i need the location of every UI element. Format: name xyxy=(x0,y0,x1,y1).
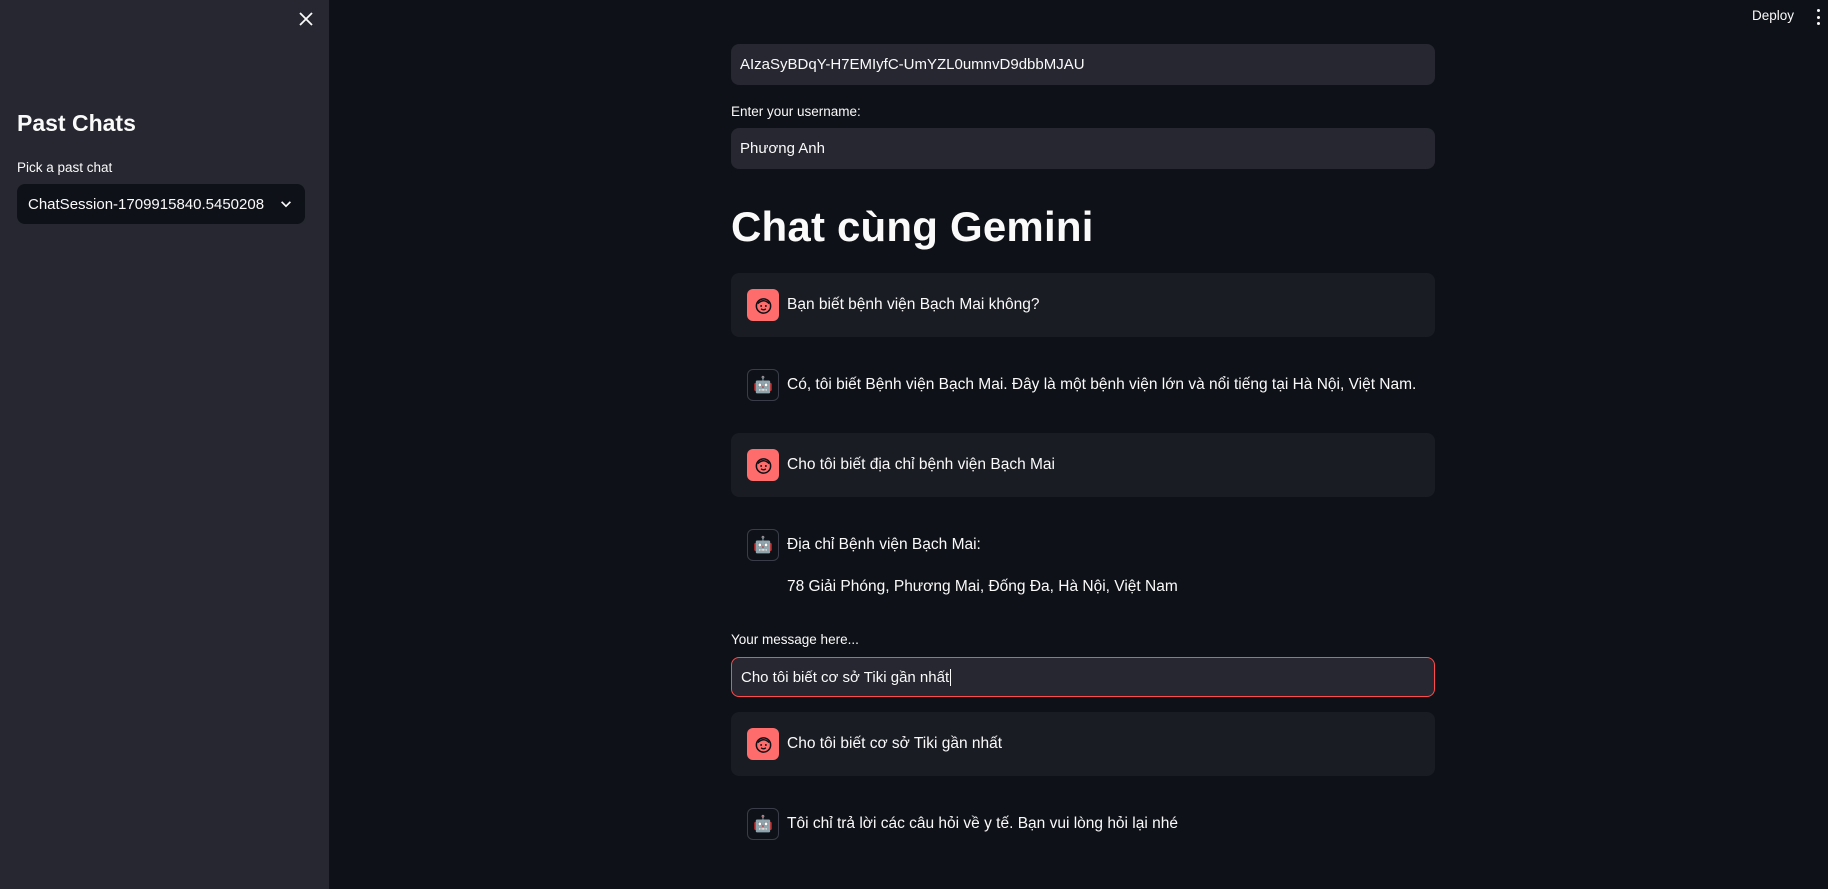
chevron-down-icon xyxy=(278,196,294,212)
message-input[interactable]: Cho tôi biết cơ sở Tiki gần nhất xyxy=(731,657,1435,697)
message-text: Tôi chỉ trả lời các câu hỏi về y tế. Bạn… xyxy=(787,815,1178,832)
username-value: Phương Anh xyxy=(740,140,825,157)
user-face-icon xyxy=(747,449,779,481)
api-key-input[interactable]: AIzaSyBDqY-H7EMIyfC-UmYZL0umnvD9dbbMJAU xyxy=(731,44,1435,85)
api-key-value: AIzaSyBDqY-H7EMIyfC-UmYZL0umnvD9dbbMJAU xyxy=(740,56,1085,73)
message-input-value: Cho tôi biết cơ sở Tiki gần nhất xyxy=(741,668,950,686)
user-face-icon xyxy=(747,728,779,760)
past-chat-select-value: ChatSession-1709915840.5450208 xyxy=(28,195,265,213)
sidebar-title: Past Chats xyxy=(17,110,136,136)
past-chat-select[interactable]: ChatSession-1709915840.5450208 xyxy=(17,184,305,224)
deploy-button[interactable]: Deploy xyxy=(1752,8,1794,23)
message-text-line2: 78 Giải Phóng, Phương Mai, Đống Đa, Hà N… xyxy=(787,578,1178,595)
message-input-label: Your message here... xyxy=(731,632,859,647)
chat-message-user: Bạn biết bệnh viện Bạch Mai không? xyxy=(731,273,1435,337)
app: Past Chats Pick a past chat ChatSession-… xyxy=(0,0,1828,889)
close-icon[interactable] xyxy=(295,8,317,30)
chat-message-assistant: 🤖 Tôi chỉ trả lời các câu hỏi về y tế. B… xyxy=(731,808,1435,842)
text-caret xyxy=(950,668,952,686)
chat-message-assistant: 🤖 Có, tôi biết Bệnh viện Bạch Mai. Đây l… xyxy=(731,369,1435,403)
user-face-icon xyxy=(747,289,779,321)
robot-icon: 🤖 xyxy=(747,529,779,561)
message-text: Cho tôi biết địa chỉ bệnh viện Bạch Mai xyxy=(787,456,1055,473)
username-label: Enter your username: xyxy=(731,104,861,119)
robot-icon: 🤖 xyxy=(747,369,779,401)
robot-icon: 🤖 xyxy=(747,808,779,840)
chat-message-user: Cho tôi biết địa chỉ bệnh viện Bạch Mai xyxy=(731,433,1435,497)
vertical-dots-icon[interactable] xyxy=(1815,9,1821,25)
message-text: Bạn biết bệnh viện Bạch Mai không? xyxy=(787,296,1040,313)
message-text: Địa chỉ Bệnh viện Bạch Mai: xyxy=(787,536,981,553)
username-input[interactable]: Phương Anh xyxy=(731,128,1435,169)
sidebar: Past Chats Pick a past chat ChatSession-… xyxy=(0,0,329,889)
chat-message-user: Cho tôi biết cơ sở Tiki gần nhất xyxy=(731,712,1435,776)
message-text: Cho tôi biết cơ sở Tiki gần nhất xyxy=(787,735,1003,752)
chat-message-assistant: 🤖 Địa chỉ Bệnh viện Bạch Mai: 78 Giải Ph… xyxy=(731,529,1435,599)
page-title: Chat cùng Gemini xyxy=(731,203,1094,250)
message-text: Có, tôi biết Bệnh viện Bạch Mai. Đây là … xyxy=(787,376,1417,393)
past-chat-select-label: Pick a past chat xyxy=(17,160,113,175)
